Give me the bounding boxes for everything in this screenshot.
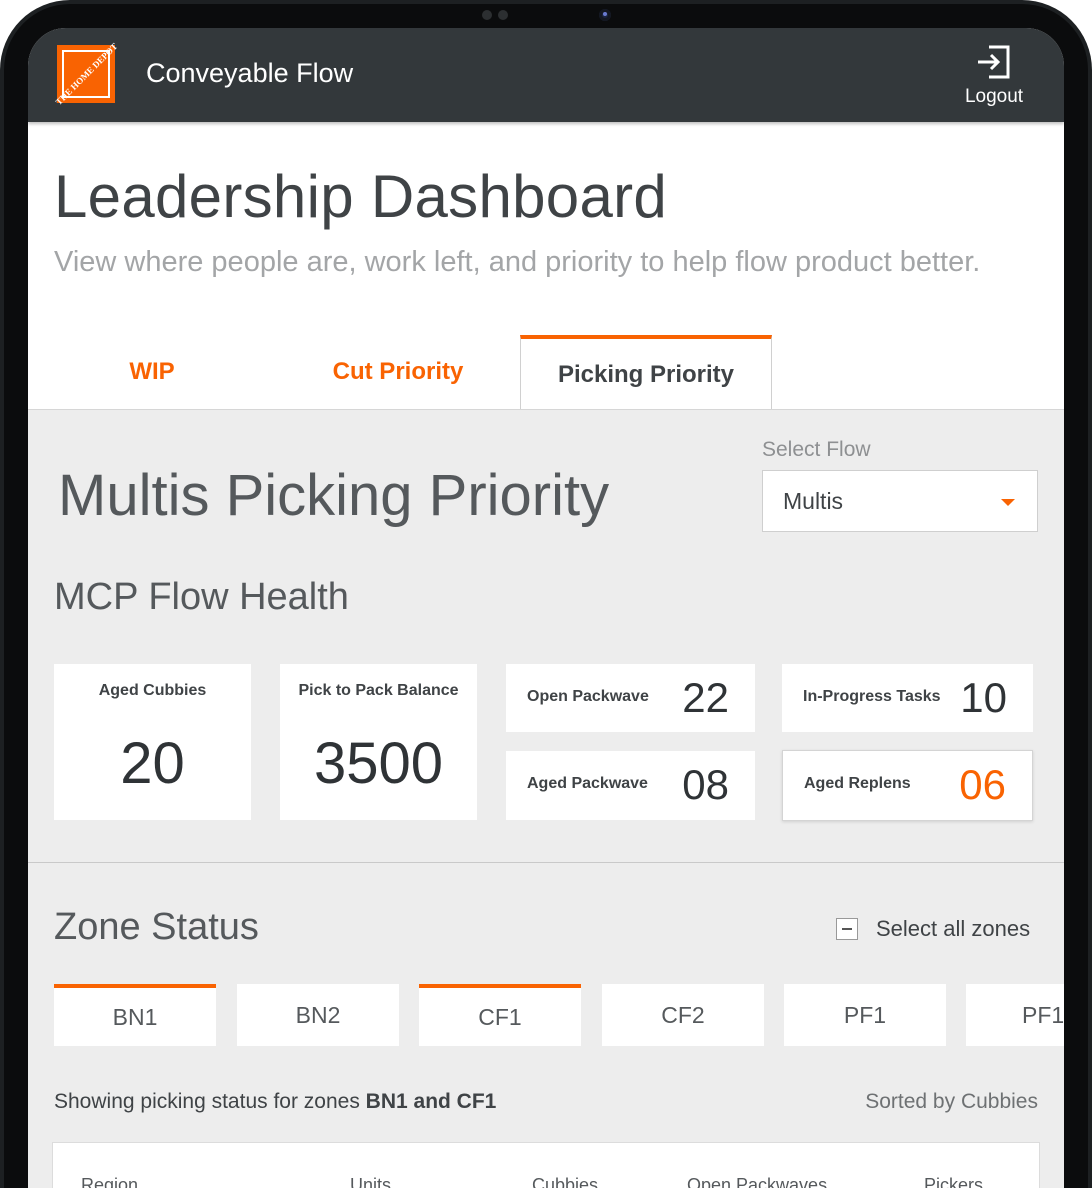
page-subtitle: View where people are, work left, and pr… <box>54 246 981 278</box>
showing-zones: BN1 and CF1 <box>365 1090 497 1113</box>
card-value: 06 <box>959 761 1006 808</box>
select-all-zones-checkbox[interactable]: Select all zones <box>836 916 1030 942</box>
tab-cut-priority[interactable]: Cut Priority <box>276 335 520 410</box>
tab-spacer <box>772 335 1064 410</box>
logout-icon <box>978 45 1010 79</box>
showing-text: Showing picking status for zones BN1 and… <box>54 1090 496 1114</box>
app-title: Conveyable Flow <box>146 58 354 88</box>
card-value: 20 <box>120 731 185 796</box>
app-screen: THE HOME DEPOT Conveyable Flow Logout Le… <box>28 28 1064 1188</box>
card-pick-to-pack: Pick to Pack Balance 3500 <box>280 664 477 820</box>
picking-status-table: Region Units Cubbies Open Packwaves Pick… <box>52 1142 1040 1188</box>
card-value: 08 <box>682 761 729 808</box>
zone-chip-pf1[interactable]: PF1 <box>784 984 946 1046</box>
logout-label: Logout <box>964 86 1024 107</box>
zone-chip-cf2[interactable]: CF2 <box>602 984 764 1046</box>
select-flow-dropdown[interactable]: Multis <box>762 470 1038 532</box>
card-label: Aged Replens <box>804 775 911 792</box>
zone-chip-bn2[interactable]: BN2 <box>237 984 399 1046</box>
card-aged-packwave: Aged Packwave 08 <box>506 751 755 820</box>
indeterminate-checkbox-icon <box>836 918 858 940</box>
card-value: 10 <box>960 674 1007 721</box>
column-header[interactable]: Region <box>81 1175 138 1188</box>
section-divider <box>28 862 1064 863</box>
page-title: Leadership Dashboard <box>54 163 668 230</box>
select-flow-value: Multis <box>783 488 844 514</box>
column-header[interactable]: Units <box>350 1175 391 1188</box>
device-bezel: THE HOME DEPOT Conveyable Flow Logout Le… <box>0 0 1092 1188</box>
showing-prefix: Showing picking status for zones <box>54 1090 366 1113</box>
home-depot-logo: THE HOME DEPOT <box>53 41 119 107</box>
column-header[interactable]: Cubbies <box>532 1175 598 1188</box>
card-label: Aged Cubbies <box>98 682 207 699</box>
zone-status-title: Zone Status <box>54 906 259 948</box>
section-title: Multis Picking Priority <box>58 463 610 528</box>
card-in-progress-tasks: In-Progress Tasks 10 <box>782 664 1033 732</box>
select-all-label: Select all zones <box>876 916 1031 941</box>
tab-wip[interactable]: WIP <box>28 335 276 410</box>
zone-chip-cf1[interactable]: CF1 <box>419 984 581 1046</box>
card-label: Open Packwave <box>527 688 649 705</box>
card-value: 3500 <box>313 731 444 796</box>
logout-button[interactable]: Logout <box>962 44 1026 108</box>
card-label: Aged Packwave <box>527 775 648 792</box>
camera-icon <box>599 9 611 21</box>
flow-health-title: MCP Flow Health <box>54 576 349 618</box>
select-flow-label: Select Flow <box>762 438 871 461</box>
zone-chip-bn1[interactable]: BN1 <box>54 984 216 1046</box>
card-open-packwave: Open Packwave 22 <box>506 664 755 732</box>
tab-picking-priority[interactable]: Picking Priority <box>520 335 772 410</box>
caret-down-icon <box>1001 499 1015 506</box>
main-panel: Multis Picking Priority Select Flow Mult… <box>28 409 1064 1188</box>
column-header[interactable]: Open Packwaves <box>687 1175 827 1188</box>
card-label: Pick to Pack Balance <box>298 682 459 699</box>
tab-bar: WIP Cut Priority Picking Priority <box>28 335 1064 410</box>
app-header: THE HOME DEPOT Conveyable Flow Logout <box>28 28 1064 122</box>
sort-indicator[interactable]: Sorted by Cubbies <box>865 1090 1038 1114</box>
logo-text: THE HOME DEPOT <box>53 41 119 107</box>
column-header[interactable]: Pickers <box>924 1175 983 1188</box>
card-aged-replens[interactable]: Aged Replens 06 <box>782 750 1033 821</box>
card-aged-cubbies: Aged Cubbies 20 <box>54 664 251 820</box>
card-value: 22 <box>682 674 729 721</box>
sensor-dots <box>482 10 508 20</box>
card-label: In-Progress Tasks <box>803 688 941 705</box>
zone-chip-pf1-partial[interactable]: PF1 <box>966 984 1064 1046</box>
